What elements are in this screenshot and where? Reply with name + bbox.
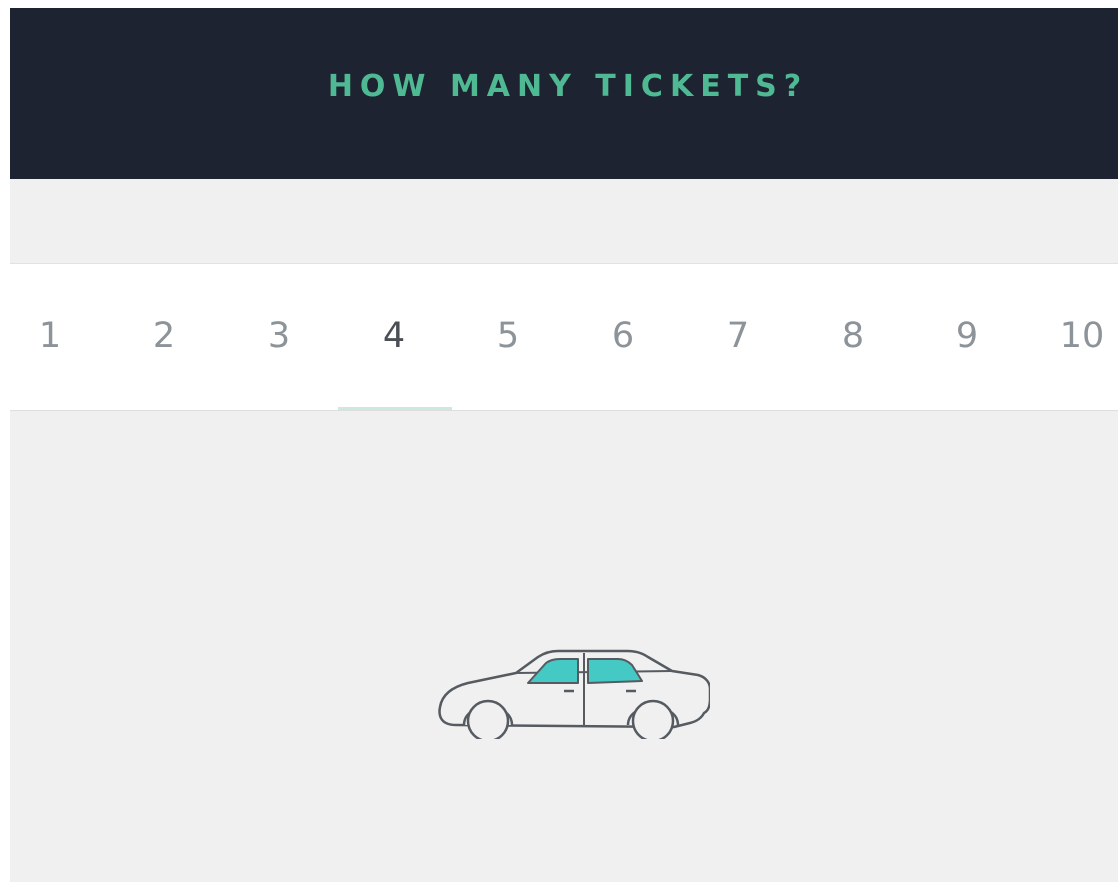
ticket-option-8[interactable]: 8 bbox=[813, 314, 893, 358]
ticket-option-4[interactable]: 4 bbox=[354, 314, 434, 358]
ticket-option-3[interactable]: 3 bbox=[239, 314, 319, 358]
selected-indicator bbox=[338, 407, 452, 410]
page-title: HOW MANY TICKETS? bbox=[327, 69, 809, 104]
ticket-option-9[interactable]: 9 bbox=[927, 314, 1007, 358]
ticket-option-1[interactable]: 1 bbox=[10, 314, 90, 358]
ticket-option-10[interactable]: 10 bbox=[1042, 314, 1118, 358]
ticket-modal: HOW MANY TICKETS? 1 2 3 4 5 6 7 8 9 10 bbox=[10, 8, 1118, 882]
ticket-option-5[interactable]: 5 bbox=[468, 314, 548, 358]
ticket-count-selector: 1 2 3 4 5 6 7 8 9 10 bbox=[10, 264, 1118, 411]
ticket-option-6[interactable]: 6 bbox=[583, 314, 663, 358]
spacer-band bbox=[10, 179, 1118, 264]
header-bar: HOW MANY TICKETS? bbox=[10, 8, 1118, 179]
ticket-option-2[interactable]: 2 bbox=[124, 314, 204, 358]
car-icon bbox=[428, 629, 712, 743]
ticket-option-7[interactable]: 7 bbox=[698, 314, 778, 358]
illustration-area bbox=[10, 411, 1118, 882]
